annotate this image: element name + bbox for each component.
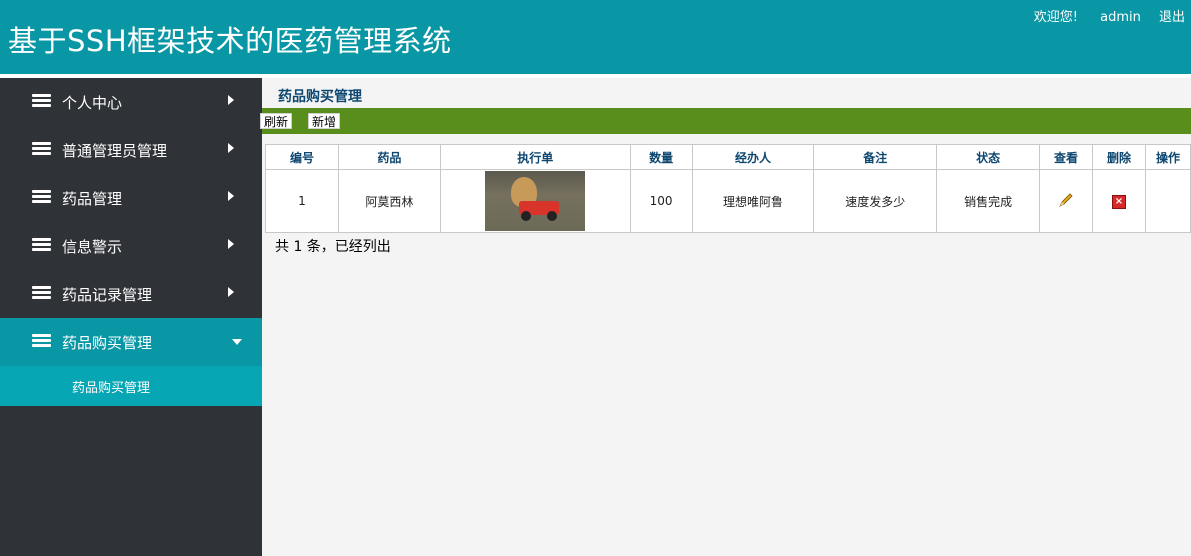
record-summary: 共 1 条，已经列出: [275, 239, 391, 255]
refresh-button[interactable]: 刷新: [260, 113, 293, 129]
chevron-right-icon: [228, 191, 234, 201]
cell-status: 销售完成: [936, 169, 1041, 233]
purchase-table: 编号 药品 执行单 数量 经办人 备注 状态 查看 删除 操作 1 阿莫西林 1…: [265, 144, 1191, 233]
column-header: 数量: [629, 144, 693, 170]
table-row: 1 阿莫西林 100 理想唯阿鲁 速度发多少 销售完成 ×: [265, 169, 1191, 233]
app-header: 基于SSH框架技术的医药管理系统 欢迎您! admin 退出: [0, 0, 1191, 74]
column-header: 查看: [1039, 144, 1094, 170]
sidebar-item-drug-purchase[interactable]: 药品购买管理: [0, 318, 262, 366]
cell-view: [1039, 169, 1094, 233]
column-header: 经办人: [691, 144, 815, 170]
username: admin: [1100, 10, 1141, 25]
stack-icon: [32, 334, 51, 350]
sidebar-item-admin-management[interactable]: 普通管理员管理: [0, 126, 262, 174]
chevron-down-icon: [232, 339, 242, 345]
sidebar-item-drug-records[interactable]: 药品记录管理: [0, 270, 262, 318]
toolbar: 刷新 新增: [260, 108, 1191, 134]
user-bar: 欢迎您! admin 退出: [1016, 6, 1185, 25]
cell-drug: 阿莫西林: [337, 169, 441, 233]
sidebar-item-drug-management[interactable]: 药品管理: [0, 174, 262, 222]
sidebar-item-label: 个人中心: [62, 93, 123, 112]
stack-icon: [32, 190, 51, 206]
cell-action: [1144, 169, 1191, 233]
column-header: 删除: [1092, 144, 1146, 170]
sidebar: 个人中心 普通管理员管理 药品管理 信息警示 药品记录管理 药品购买管理 药品购…: [0, 78, 262, 556]
pencil-icon[interactable]: [1057, 191, 1075, 209]
sidebar-item-label: 药品记录管理: [62, 285, 153, 304]
table-header-row: 编号 药品 执行单 数量 经办人 备注 状态 查看 删除 操作: [265, 144, 1191, 170]
sidebar-item-label: 药品管理: [62, 189, 123, 208]
cell-id: 1: [265, 169, 339, 233]
sidebar-item-alerts[interactable]: 信息警示: [0, 222, 262, 270]
app-title: 基于SSH框架技术的医药管理系统: [8, 24, 452, 58]
welcome-text: 欢迎您!: [1033, 10, 1078, 25]
chevron-right-icon: [228, 143, 234, 153]
main-content: 药品购买管理 刷新 新增 编号 药品 执行单 数量 经办人 备注 状态 查看 删…: [260, 78, 1191, 556]
stack-icon: [32, 142, 51, 158]
cell-order-image: [439, 169, 631, 233]
column-header: 状态: [936, 144, 1041, 170]
column-header: 备注: [813, 144, 938, 170]
chevron-right-icon: [228, 95, 234, 105]
stack-icon: [32, 94, 51, 110]
logout-link[interactable]: 退出: [1159, 10, 1185, 25]
stack-icon: [32, 238, 51, 254]
add-button[interactable]: 新增: [308, 113, 341, 129]
cell-note: 速度发多少: [813, 169, 938, 233]
sidebar-item-label: 信息警示: [62, 237, 123, 256]
column-header: 操作: [1144, 144, 1191, 170]
column-header: 编号: [265, 144, 339, 170]
stack-icon: [32, 286, 51, 302]
sidebar-item-label: 药品购买管理: [62, 333, 153, 352]
cell-delete: ×: [1092, 169, 1146, 233]
column-header: 药品: [337, 144, 441, 170]
chevron-right-icon: [228, 239, 234, 249]
column-header: 执行单: [439, 144, 631, 170]
chevron-right-icon: [228, 287, 234, 297]
sidebar-item-personal-center[interactable]: 个人中心: [0, 78, 262, 126]
submenu-item-drug-purchase[interactable]: 药品购买管理: [0, 366, 262, 406]
order-thumbnail-image[interactable]: [485, 171, 586, 231]
sidebar-item-label: 普通管理员管理: [62, 141, 168, 160]
page-title: 药品购买管理: [278, 89, 362, 105]
delete-icon[interactable]: ×: [1111, 195, 1126, 209]
cell-quantity: 100: [629, 169, 693, 233]
cell-handler: 理想唯阿鲁: [691, 169, 815, 233]
